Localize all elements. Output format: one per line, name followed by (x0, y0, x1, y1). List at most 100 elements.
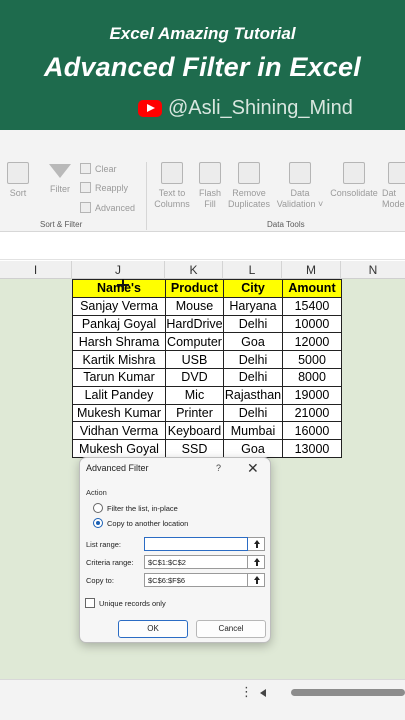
table-cell[interactable]: Haryana (223, 296, 283, 316)
table-cell[interactable]: Sanjay Verma (72, 296, 166, 316)
close-icon[interactable]: ✕ (247, 460, 259, 477)
column-header-l[interactable]: L (223, 261, 282, 279)
flash-fill-button[interactable]: Flash Fill (196, 162, 224, 210)
table-cell[interactable]: Harsh Shrama (72, 332, 166, 352)
flash-fill-label-2: Fill (204, 199, 216, 209)
table-cell[interactable]: Computer (165, 332, 224, 352)
scroll-left-icon[interactable] (260, 689, 266, 697)
data-tools-group-label: Data Tools (267, 220, 305, 229)
flash-fill-label-1: Flash (198, 188, 221, 198)
table-cell[interactable]: Mouse (165, 296, 224, 316)
data-validation-label-2: Validation ˅ (276, 199, 324, 209)
table-cell[interactable]: DVD (165, 367, 224, 387)
column-header-i[interactable]: I (0, 261, 72, 279)
advanced-filter-button[interactable]: Advanced (80, 202, 135, 213)
header-cell[interactable]: City (223, 279, 283, 298)
table-cell[interactable]: 16000 (282, 421, 342, 441)
tutorial-banner: Excel Amazing Tutorial Advanced Filter i… (0, 0, 405, 130)
table-cell[interactable]: USB (165, 350, 224, 369)
clear-label: Clear (95, 163, 117, 174)
table-cell[interactable]: Tarun Kumar (72, 367, 166, 387)
collapse-range-icon[interactable] (248, 537, 265, 551)
column-header-j[interactable]: J (72, 261, 165, 279)
cancel-button[interactable]: Cancel (196, 620, 266, 638)
list-range-input[interactable] (144, 537, 248, 551)
table-cell[interactable]: Mukesh Goyal (72, 439, 166, 458)
table-cell[interactable]: Kartik Mishra (72, 350, 166, 369)
reapply-filter-button[interactable]: Reapply (80, 182, 128, 193)
table-cell[interactable]: Mukesh Kumar (72, 403, 166, 423)
sheet-tab-bar: ⋮ (0, 679, 405, 720)
radio-button[interactable] (93, 503, 103, 513)
table-cell[interactable]: Delhi (223, 314, 283, 334)
table-cell[interactable]: 12000 (282, 332, 342, 352)
radio-label: Filter the list, in-place (107, 503, 178, 513)
table-row: Tarun Kumar DVD Delhi 8000 (72, 367, 342, 387)
table-row: Vidhan Verma Keyboard Mumbai 16000 (72, 421, 342, 441)
table-cell[interactable]: Pankaj Goyal (72, 314, 166, 334)
header-cell[interactable]: Product (165, 279, 224, 298)
table-cell[interactable]: SSD (165, 439, 224, 458)
table-cell[interactable]: Vidhan Verma (72, 421, 166, 441)
data-validation-icon (289, 162, 311, 184)
table-cell[interactable]: Printer (165, 403, 224, 423)
table-cell[interactable]: Lalit Pandey (72, 385, 166, 405)
data-table: Name's Product City Amount Sanjay Verma … (72, 279, 342, 458)
data-model-button[interactable]: Dat Mode (382, 162, 405, 210)
unique-records-checkbox[interactable]: Unique records only (85, 598, 166, 608)
help-icon[interactable]: ? (216, 463, 221, 473)
radio-copy-to-location[interactable]: Copy to another location (93, 518, 188, 528)
table-cell[interactable]: Delhi (223, 350, 283, 369)
reapply-icon (80, 182, 91, 193)
table-cell[interactable]: Goa (223, 439, 283, 458)
table-cell[interactable]: 21000 (282, 403, 342, 423)
criteria-range-input[interactable] (144, 555, 248, 569)
table-cell[interactable]: Rajasthan (223, 385, 283, 405)
text-to-columns-icon (161, 162, 183, 184)
column-header-row: I J K L M N (0, 261, 405, 279)
filter-button[interactable]: Filter (46, 164, 74, 195)
clear-filter-button[interactable]: Clear (80, 163, 117, 174)
data-validation-label-1: Data (290, 188, 310, 198)
filter-label: Filter (50, 184, 70, 194)
table-cell[interactable]: Goa (223, 332, 283, 352)
table-cell[interactable]: 13000 (282, 439, 342, 458)
table-cell[interactable]: 8000 (282, 367, 342, 387)
reapply-label: Reapply (95, 182, 129, 193)
column-header-m[interactable]: M (282, 261, 341, 279)
checkbox[interactable] (85, 598, 95, 608)
table-cell[interactable]: Keyboard (165, 421, 224, 441)
table-cell[interactable]: 10000 (282, 314, 342, 334)
more-options-icon[interactable]: ⋮ (240, 684, 253, 700)
flash-fill-icon (199, 162, 221, 184)
radio-label: Copy to another location (107, 518, 189, 528)
ok-button[interactable]: OK (118, 620, 188, 638)
table-cell[interactable]: 5000 (282, 350, 342, 369)
data-model-icon (388, 162, 405, 184)
data-model-label-1: Dat (382, 188, 397, 198)
text-to-columns-button[interactable]: Text to Columns (152, 162, 192, 210)
header-cell[interactable]: Amount (282, 279, 342, 298)
sort-filter-group-label: Sort & Filter (40, 220, 83, 229)
collapse-range-icon[interactable] (248, 555, 265, 569)
radio-button-selected[interactable] (93, 518, 103, 528)
action-label: Action (86, 488, 107, 497)
table-cell[interactable]: 19000 (282, 385, 342, 405)
collapse-range-icon[interactable] (248, 573, 265, 587)
radio-filter-in-place[interactable]: Filter the list, in-place (93, 503, 178, 513)
table-cell[interactable]: Mic (165, 385, 224, 405)
horizontal-scrollbar[interactable] (291, 689, 405, 696)
table-cell[interactable]: HardDrive (165, 314, 224, 334)
column-header-k[interactable]: K (165, 261, 223, 279)
sort-button[interactable]: Sort (6, 162, 30, 199)
column-header-n[interactable]: N (341, 261, 405, 279)
consolidate-button[interactable]: Consolidate (328, 162, 380, 199)
table-cell[interactable]: Mumbai (223, 421, 283, 441)
table-cell[interactable]: Delhi (223, 367, 283, 387)
table-cell[interactable]: Delhi (223, 403, 283, 423)
table-cell[interactable]: 15400 (282, 296, 342, 316)
data-validation-button[interactable]: Data Validation ˅ (274, 162, 326, 210)
remove-duplicates-button[interactable]: Remove Duplicates (226, 162, 272, 210)
checkbox-label: Unique records only (99, 598, 166, 608)
copy-to-input[interactable] (144, 573, 248, 587)
